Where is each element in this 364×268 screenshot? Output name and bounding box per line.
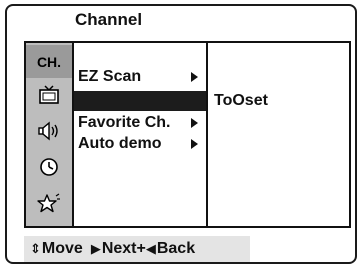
menu-item-label: EZ Scan xyxy=(78,68,142,85)
sidebar-item-channel[interactable]: CH. xyxy=(26,45,72,78)
chevron-right-icon xyxy=(191,139,198,149)
play-left-icon: ◀ xyxy=(145,241,156,256)
chevron-right-icon xyxy=(191,118,198,128)
star-icon xyxy=(37,192,61,219)
channel-icon: CH. xyxy=(36,53,62,70)
menu-item-label: Favorite Ch. xyxy=(78,114,171,131)
clock-icon xyxy=(39,157,59,182)
sidebar-item-sound[interactable] xyxy=(26,117,72,150)
sidebar-item-picture[interactable] xyxy=(26,81,72,114)
chevron-right-icon xyxy=(191,72,198,82)
play-right-icon: ▶ xyxy=(90,241,101,256)
sidebar-item-setup[interactable] xyxy=(26,189,72,222)
menu-panel: CH. EZ Scan Favorite Ch. Auto demo ToOse… xyxy=(24,41,351,228)
speaker-icon xyxy=(37,121,61,146)
sidebar-item-time[interactable] xyxy=(26,153,72,186)
menu-item-ez-scan[interactable]: EZ Scan xyxy=(74,67,206,87)
next-hint: Next+ xyxy=(101,240,146,257)
up-down-arrow-icon: ⇕ xyxy=(30,241,41,256)
tv-icon xyxy=(38,85,60,110)
menu-item-favorite-ch[interactable]: Favorite Ch. xyxy=(74,113,206,133)
tv-menu-screen: Channel CH. EZ Scan Favorite Ch. Auto de… xyxy=(0,0,364,268)
submenu-value: ToOset xyxy=(214,92,268,109)
menu-item-selected[interactable] xyxy=(74,91,206,111)
sidebar: CH. xyxy=(26,43,74,226)
move-hint: Move xyxy=(41,240,83,257)
menu-options: EZ Scan Favorite Ch. Auto demo xyxy=(74,43,208,226)
menu-item-auto-demo[interactable]: Auto demo xyxy=(74,134,206,154)
navigation-hints: ⇕ Move ▶ Next+ ◀ Back xyxy=(24,236,250,262)
submenu-panel: ToOset xyxy=(208,43,349,226)
page-title: Channel xyxy=(75,10,143,29)
back-hint: Back xyxy=(156,240,196,257)
menu-item-label: Auto demo xyxy=(78,135,162,152)
